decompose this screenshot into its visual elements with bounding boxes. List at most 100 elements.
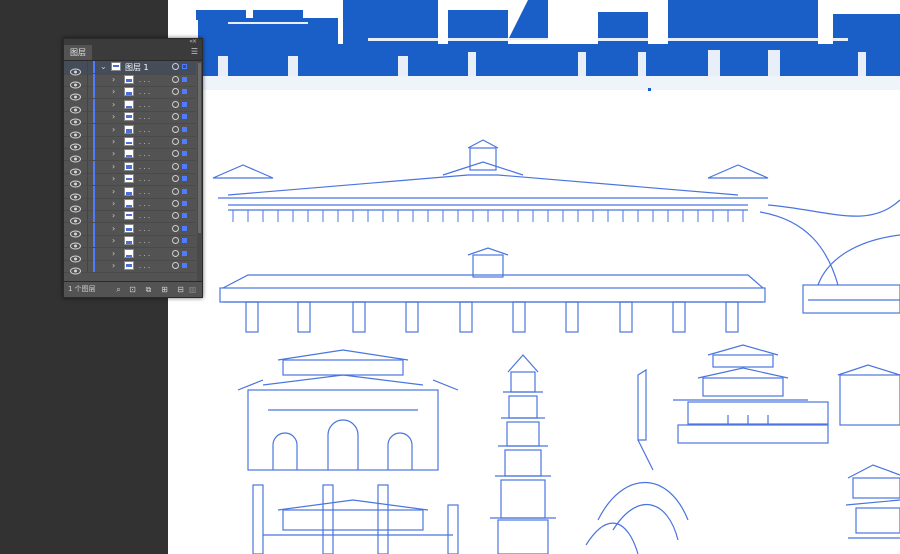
visibility-eye-icon[interactable] — [70, 62, 81, 76]
target-circle-icon[interactable] — [172, 224, 179, 232]
chevron-right-icon[interactable]: › — [112, 211, 115, 221]
selection-indicator[interactable] — [182, 213, 187, 219]
lock-toggle[interactable] — [87, 185, 88, 198]
lock-toggle[interactable] — [87, 160, 88, 173]
artboard[interactable] — [168, 0, 900, 554]
chevron-right-icon[interactable]: › — [112, 87, 115, 97]
target-circle-icon[interactable] — [172, 76, 179, 83]
new-layer-icon[interactable]: ⊟ — [176, 285, 185, 294]
visibility-eye-icon[interactable] — [70, 75, 81, 89]
lock-toggle[interactable] — [87, 123, 88, 136]
layer-name[interactable]: . . . — [139, 148, 150, 160]
layer-row[interactable]: › . . . — [64, 185, 196, 201]
layers-panel[interactable]: «× 图层 ☰ ⌄ 图层 1 ›. . . ›. . . ›. . . ›. . . ›. … — [63, 38, 203, 298]
selection-indicator[interactable] — [182, 139, 187, 144]
layer-row[interactable]: › . . . — [64, 86, 196, 101]
layer-row[interactable]: › . . . — [64, 173, 196, 188]
layer-row[interactable]: › . . . — [64, 148, 196, 163]
layer-row[interactable]: › . . . — [64, 111, 196, 126]
selection-indicator[interactable] — [182, 176, 187, 182]
target-circle-icon[interactable] — [172, 113, 179, 121]
chevron-right-icon[interactable]: › — [112, 149, 115, 159]
lock-toggle[interactable] — [87, 260, 88, 272]
target-circle-icon[interactable] — [172, 138, 179, 145]
visibility-eye-icon[interactable] — [70, 162, 81, 176]
visibility-eye-icon[interactable] — [70, 87, 81, 101]
visibility-eye-icon[interactable] — [70, 211, 81, 225]
delete-layer-icon[interactable]: ▥ — [188, 285, 197, 294]
chevron-right-icon[interactable]: › — [112, 236, 115, 246]
visibility-eye-icon[interactable] — [70, 249, 81, 263]
layer-row[interactable]: › . . . — [64, 98, 196, 114]
chevron-right-icon[interactable]: › — [112, 100, 115, 110]
layer-name[interactable]: . . . — [139, 210, 150, 222]
export-icon[interactable]: ⊡ — [128, 285, 137, 294]
selection-indicator[interactable] — [182, 151, 187, 157]
layer-name[interactable]: . . . — [139, 99, 150, 111]
chevron-right-icon[interactable]: › — [112, 187, 115, 197]
layer-row[interactable]: › . . . — [64, 198, 196, 213]
chevron-right-icon[interactable]: › — [112, 137, 115, 147]
layer-name[interactable]: . . . — [139, 235, 150, 247]
layer-name[interactable]: . . . — [139, 173, 150, 185]
layer-name[interactable]: 图层 1 — [125, 61, 149, 74]
layer-name[interactable]: . . . — [139, 161, 150, 173]
layer-row[interactable]: › . . . — [64, 74, 196, 89]
target-circle-icon[interactable] — [172, 88, 179, 96]
lock-toggle[interactable] — [87, 98, 88, 111]
visibility-eye-icon[interactable] — [70, 187, 81, 201]
scrollbar-thumb[interactable] — [198, 63, 201, 233]
target-circle-icon[interactable] — [172, 100, 179, 108]
chevron-right-icon[interactable]: › — [112, 112, 115, 122]
visibility-eye-icon[interactable] — [70, 149, 81, 163]
visibility-eye-icon[interactable] — [70, 100, 81, 114]
visibility-eye-icon[interactable] — [70, 112, 81, 126]
chevron-down-icon[interactable]: ⌄ — [100, 62, 107, 72]
target-circle-icon[interactable] — [172, 237, 179, 245]
selection-indicator[interactable] — [182, 225, 187, 231]
selection-indicator[interactable] — [182, 114, 187, 120]
layer-row[interactable]: › . . . — [64, 235, 196, 250]
lock-toggle[interactable] — [87, 148, 88, 161]
lock-toggle[interactable] — [87, 210, 88, 223]
visibility-eye-icon[interactable] — [70, 174, 81, 188]
layer-name[interactable]: . . . — [139, 198, 150, 210]
layer-name[interactable]: . . . — [139, 223, 150, 235]
tab-layers[interactable]: 图层 — [64, 45, 92, 60]
layer-name[interactable]: . . . — [139, 260, 150, 272]
layer-row-parent[interactable]: ⌄ 图层 1 — [64, 61, 196, 76]
layer-name[interactable]: . . . — [139, 136, 150, 148]
visibility-eye-icon[interactable] — [70, 137, 81, 151]
layer-name[interactable]: . . . — [139, 86, 150, 98]
selection-indicator[interactable] — [182, 64, 187, 69]
layer-row[interactable]: › . . . — [64, 123, 196, 139]
selection-indicator[interactable] — [182, 89, 187, 95]
target-circle-icon[interactable] — [172, 162, 179, 170]
target-circle-icon[interactable] — [172, 212, 179, 220]
target-circle-icon[interactable] — [172, 175, 179, 183]
layer-row[interactable]: › . . . — [64, 136, 196, 151]
selection-indicator[interactable] — [182, 188, 187, 194]
layer-row[interactable]: › . . . — [64, 260, 196, 275]
chevron-right-icon[interactable]: › — [112, 261, 115, 271]
menu-icon[interactable]: ☰ — [191, 47, 198, 57]
chevron-right-icon[interactable]: › — [112, 174, 115, 184]
lock-toggle[interactable] — [87, 222, 88, 235]
lock-toggle[interactable] — [87, 198, 88, 210]
selection-indicator[interactable] — [182, 250, 187, 256]
layer-name[interactable]: . . . — [139, 111, 150, 123]
selection-indicator[interactable] — [182, 126, 187, 132]
chevron-right-icon[interactable]: › — [112, 75, 115, 85]
search-icon[interactable]: ⌕ — [114, 285, 123, 294]
visibility-eye-icon[interactable] — [70, 236, 81, 250]
lock-toggle[interactable] — [87, 61, 88, 73]
target-circle-icon[interactable] — [172, 187, 179, 195]
layers-list[interactable]: ⌄ 图层 1 › . . . › . . . › . . . › . . . › . . . › . . … — [64, 61, 202, 281]
layer-row[interactable]: › . . . — [64, 222, 196, 238]
visibility-eye-icon[interactable] — [70, 261, 81, 275]
lock-toggle[interactable] — [87, 235, 88, 248]
selection-indicator[interactable] — [182, 101, 187, 107]
chevron-right-icon[interactable]: › — [112, 224, 115, 234]
target-circle-icon[interactable] — [172, 262, 179, 269]
lock-toggle[interactable] — [87, 247, 88, 260]
